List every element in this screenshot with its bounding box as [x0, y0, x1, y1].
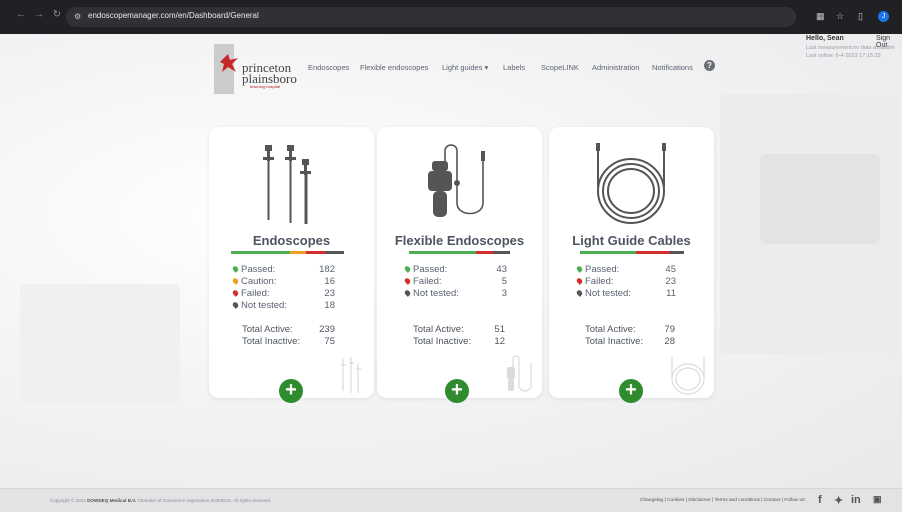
- footer: Copyright © 2024 DOWDEQ Medical B.V. Cha…: [0, 488, 902, 512]
- nav-administration[interactable]: Administration: [592, 63, 640, 72]
- translate-icon[interactable]: ▦: [816, 10, 825, 22]
- passed-marker-icon: [231, 265, 240, 273]
- total-inactive-value: 28: [664, 336, 675, 347]
- total-inactive-value: 12: [494, 336, 505, 347]
- user-greeting: Hello, Sean: [806, 35, 844, 42]
- dashboard-page: princeton plainsboro teaching hospital E…: [0, 34, 902, 488]
- caution-marker-icon: [231, 277, 240, 285]
- stat-not-tested[interactable]: Not tested:: [575, 288, 631, 299]
- total-active-value: 239: [319, 324, 335, 335]
- sidepanel-icon[interactable]: ▯: [858, 10, 863, 22]
- failed-marker-icon: [575, 277, 584, 285]
- failed-marker-icon: [403, 277, 412, 285]
- not-tested-marker-icon: [575, 289, 584, 297]
- nav-scopelink[interactable]: ScopeLINK: [541, 63, 579, 72]
- stat-caution[interactable]: Caution:: [231, 276, 276, 287]
- facebook-icon[interactable]: f: [818, 494, 822, 506]
- stat-value: 16: [324, 276, 335, 287]
- reload-icon[interactable]: ↻: [50, 8, 64, 22]
- stat-passed[interactable]: Passed:: [231, 264, 275, 275]
- card-endoscopes[interactable]: Endoscopes Passed: 182 Caution: 16 Faile…: [209, 127, 374, 403]
- total-active-label: Total Active:: [242, 324, 293, 335]
- passed-marker-icon: [403, 265, 412, 273]
- status-bar: [580, 251, 684, 254]
- card-title[interactable]: Flexible Endoscopes: [377, 233, 542, 248]
- nav-labels[interactable]: Labels: [503, 63, 525, 72]
- stat-not-tested[interactable]: Not tested:: [403, 288, 459, 299]
- help-icon[interactable]: ?: [704, 60, 715, 71]
- nav-light-guides[interactable]: Light guides ▾: [442, 63, 488, 72]
- passed-marker-icon: [575, 265, 584, 273]
- total-inactive-label: Total Inactive:: [585, 336, 644, 347]
- url-text[interactable]: endoscopemanager.com/en/Dashboard/Genera…: [88, 11, 259, 20]
- twitter-icon[interactable]: ✦: [834, 494, 843, 507]
- company-link[interactable]: DOWDEQ Medical B.V.: [87, 498, 136, 503]
- stat-value: 23: [665, 276, 676, 287]
- status-bar: [231, 251, 344, 254]
- site-settings-icon[interactable]: ⚙: [74, 12, 81, 21]
- light-guide-cable-icon: [596, 143, 666, 224]
- card-title[interactable]: Light Guide Cables: [549, 233, 714, 248]
- total-inactive-label: Total Inactive:: [413, 336, 472, 347]
- address-bar[interactable]: ⚙ endoscopemanager.com/en/Dashboard/Gene…: [66, 7, 796, 27]
- failed-marker-icon: [231, 289, 240, 297]
- nav-endoscopes[interactable]: Endoscopes: [308, 63, 349, 72]
- profile-avatar[interactable]: J: [878, 11, 889, 22]
- card-light-guide-cables[interactable]: Light Guide Cables Passed: 45 Failed: 23…: [549, 127, 714, 403]
- stat-value: 3: [501, 288, 507, 299]
- stat-value: 23: [324, 288, 335, 299]
- logo-tagline: teaching hospital: [250, 84, 281, 89]
- stat-passed[interactable]: Passed:: [403, 264, 447, 275]
- not-tested-marker-icon: [403, 289, 412, 297]
- logo-line-2: plainsboro: [242, 71, 297, 86]
- total-inactive-value: 75: [324, 336, 335, 347]
- stat-passed[interactable]: Passed:: [575, 264, 619, 275]
- card-title[interactable]: Endoscopes: [209, 233, 374, 248]
- total-active-value: 79: [664, 324, 675, 335]
- stat-failed[interactable]: Failed:: [231, 288, 270, 299]
- background-shape: [20, 284, 180, 404]
- nav-notifications[interactable]: Notifications: [652, 63, 693, 72]
- linkedin-icon[interactable]: in: [851, 494, 861, 506]
- stat-value: 5: [501, 276, 507, 287]
- back-icon[interactable]: ←: [14, 8, 28, 22]
- youtube-icon[interactable]: ▣: [873, 494, 882, 505]
- stat-value: 43: [496, 264, 507, 275]
- light-guide-watermark-icon: [671, 357, 705, 395]
- bookmark-star-icon[interactable]: ☆: [836, 10, 844, 22]
- add-flexible-endoscope-button[interactable]: +: [445, 379, 469, 403]
- add-endoscope-button[interactable]: +: [279, 379, 303, 403]
- total-active-label: Total Active:: [413, 324, 464, 335]
- rigid-endoscope-icon: [263, 145, 311, 224]
- hospital-logo-icon[interactable]: [218, 52, 240, 74]
- not-tested-marker-icon: [231, 301, 240, 309]
- total-active-value: 51: [494, 324, 505, 335]
- stat-failed[interactable]: Failed:: [403, 276, 442, 287]
- flexible-endoscope-watermark-icon: [507, 355, 532, 392]
- stat-value: 182: [319, 264, 335, 275]
- hospital-logo[interactable]: princeton plainsboro: [242, 61, 297, 86]
- flexible-endoscope-icon: [428, 144, 485, 217]
- stat-failed[interactable]: Failed:: [575, 276, 614, 287]
- stat-value: 45: [665, 264, 676, 275]
- copyright: Copyright © 2024 DOWDEQ Medical B.V. Cha…: [50, 498, 272, 503]
- nav-flexible-endoscopes[interactable]: Flexible endoscopes: [360, 63, 428, 72]
- last-measurement: Last measurement:no data available: [806, 45, 895, 51]
- forward-icon[interactable]: →: [32, 8, 46, 22]
- total-active-label: Total Active:: [585, 324, 636, 335]
- card-flexible-endoscopes[interactable]: Flexible Endoscopes Passed: 43 Failed: 5…: [377, 127, 542, 403]
- add-light-guide-button[interactable]: +: [619, 379, 643, 403]
- last-online: Last online: 6-4-2023 17:15:29: [806, 53, 881, 59]
- endoscope-watermark-icon: [341, 357, 361, 393]
- footer-links[interactable]: Changelog | Cookies | Disclaimer | Terms…: [640, 498, 806, 503]
- status-bar: [409, 251, 510, 254]
- stat-value: 11: [666, 288, 676, 299]
- browser-toolbar: ← → ↻ ⚙ endoscopemanager.com/en/Dashboar…: [0, 0, 902, 34]
- background-shape: [760, 154, 880, 244]
- stat-value: 18: [324, 300, 335, 311]
- stat-not-tested[interactable]: Not tested:: [231, 300, 287, 311]
- total-inactive-label: Total Inactive:: [242, 336, 301, 347]
